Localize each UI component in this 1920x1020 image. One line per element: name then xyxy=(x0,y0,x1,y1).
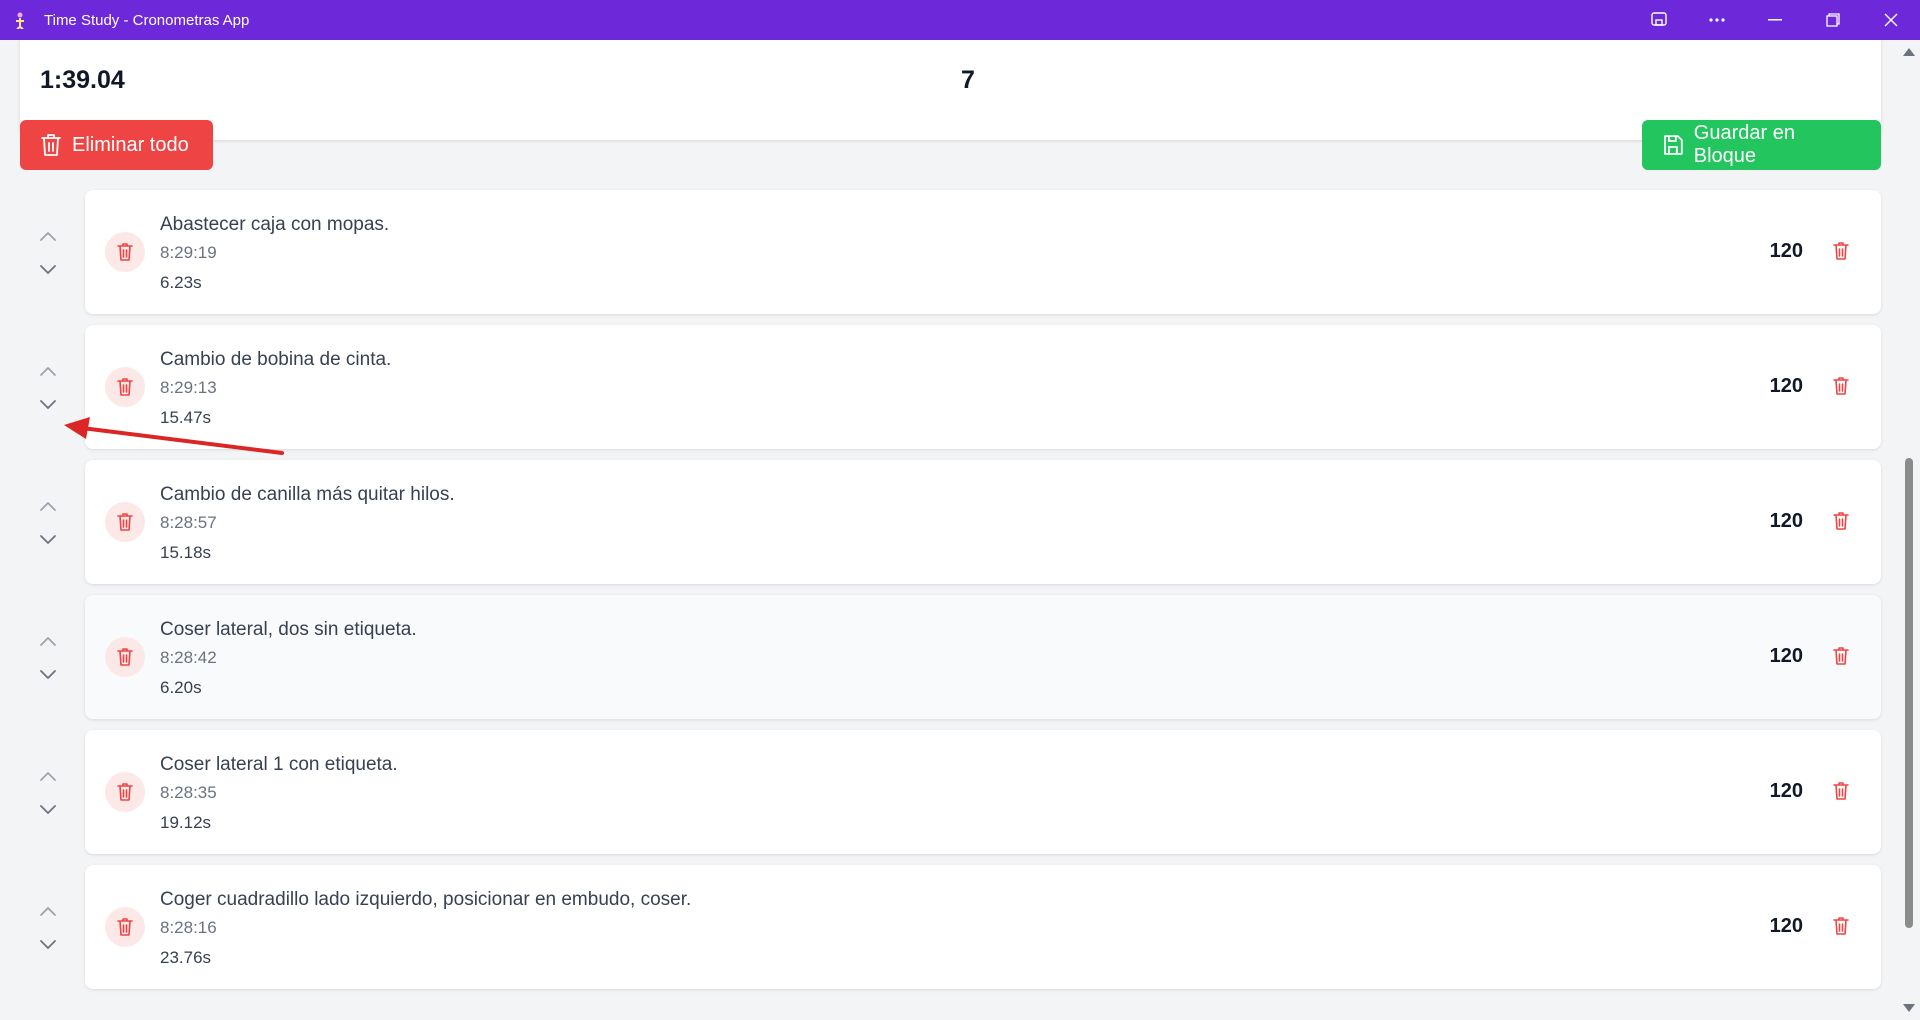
step-time: 8:29:19 xyxy=(160,243,217,262)
step-time: 8:29:13 xyxy=(160,378,217,397)
step-time: 8:28:42 xyxy=(160,648,217,667)
remove-step-button[interactable] xyxy=(1829,778,1853,804)
step-name: Abastecer caja con mopas. xyxy=(160,214,390,235)
trash-icon xyxy=(117,243,133,261)
delete-step-button[interactable] xyxy=(105,232,145,272)
app-screen-icon[interactable] xyxy=(1630,0,1688,40)
delete-step-button[interactable] xyxy=(105,367,145,407)
move-up-button[interactable] xyxy=(30,359,66,383)
step-duration: 6.23s xyxy=(160,273,202,292)
list-item: Cambio de canilla más quitar hilos. 8:28… xyxy=(0,460,1898,595)
trash-icon xyxy=(1833,647,1849,665)
step-time: 8:28:57 xyxy=(160,513,217,532)
trash-icon xyxy=(41,134,61,156)
step-duration: 6.20s xyxy=(160,678,202,697)
list-item: Abastecer caja con mopas. 8:29:19 6.23s … xyxy=(0,190,1898,325)
step-card: Cambio de bobina de cinta. 8:29:13 15.47… xyxy=(85,325,1881,449)
step-value[interactable]: 120 xyxy=(1770,375,1803,398)
trash-icon xyxy=(117,648,133,666)
trash-icon xyxy=(1833,782,1849,800)
window-title: Time Study - Cronometras App xyxy=(44,11,250,29)
scrollbar-thumb[interactable] xyxy=(1905,458,1913,928)
delete-step-button[interactable] xyxy=(105,772,145,812)
step-time: 8:28:35 xyxy=(160,783,217,802)
step-value[interactable]: 120 xyxy=(1770,240,1803,263)
move-up-button[interactable] xyxy=(30,224,66,248)
move-down-button[interactable] xyxy=(30,258,66,282)
trash-icon xyxy=(1833,512,1849,530)
list-item: Coser lateral 1 con etiqueta. 8:28:35 19… xyxy=(0,730,1898,865)
minimize-button[interactable] xyxy=(1746,0,1804,40)
move-down-button[interactable] xyxy=(30,798,66,822)
move-down-button[interactable] xyxy=(30,933,66,957)
step-card: Coser lateral, dos sin etiqueta. 8:28:42… xyxy=(85,595,1881,719)
steps-list: Abastecer caja con mopas. 8:29:19 6.23s … xyxy=(0,190,1898,1000)
list-item: Coger cuadradillo lado izquierdo, posici… xyxy=(0,865,1898,1000)
scroll-down-arrow[interactable] xyxy=(1903,1004,1915,1012)
vertical-scrollbar[interactable] xyxy=(1898,40,1920,1020)
trash-icon xyxy=(1833,242,1849,260)
remove-step-button[interactable] xyxy=(1829,643,1853,669)
app-logo-icon xyxy=(0,0,40,40)
step-duration: 23.76s xyxy=(160,948,212,967)
step-duration: 15.18s xyxy=(160,543,212,562)
move-down-button[interactable] xyxy=(30,393,66,417)
trash-icon xyxy=(1833,917,1849,935)
move-up-button[interactable] xyxy=(30,764,66,788)
save-block-label: Guardar en Bloque xyxy=(1693,122,1795,167)
trash-icon xyxy=(117,783,133,801)
step-name: Cambio de canilla más quitar hilos. xyxy=(160,484,455,505)
delete-all-label: Eliminar todo xyxy=(72,133,189,156)
list-item: Coser lateral, dos sin etiqueta. 8:28:42… xyxy=(0,595,1898,730)
remove-step-button[interactable] xyxy=(1829,373,1853,399)
delete-step-button[interactable] xyxy=(105,637,145,677)
remove-step-button[interactable] xyxy=(1829,913,1853,939)
remove-step-button[interactable] xyxy=(1829,238,1853,264)
trash-icon xyxy=(1833,377,1849,395)
trash-icon xyxy=(117,513,133,531)
step-value[interactable]: 120 xyxy=(1770,510,1803,533)
count-value: 7 xyxy=(961,66,975,94)
step-duration: 15.47s xyxy=(160,408,212,427)
title-bar: Time Study - Cronometras App xyxy=(0,0,1920,40)
step-name: Coser lateral 1 con etiqueta. xyxy=(160,754,398,775)
close-button[interactable] xyxy=(1862,0,1920,40)
move-up-button[interactable] xyxy=(30,899,66,923)
summary-card: 1:39.04 7 xyxy=(20,40,1881,140)
step-card: Abastecer caja con mopas. 8:29:19 6.23s … xyxy=(85,190,1881,314)
step-card: Coser lateral 1 con etiqueta. 8:28:35 19… xyxy=(85,730,1881,854)
more-options-icon[interactable] xyxy=(1688,0,1746,40)
main-content: 1:39.04 7 Eliminar todo Guardar en Bloqu… xyxy=(0,40,1898,1020)
scroll-up-arrow[interactable] xyxy=(1903,48,1915,56)
step-value[interactable]: 120 xyxy=(1770,915,1803,938)
move-down-button[interactable] xyxy=(30,528,66,552)
delete-all-button[interactable]: Eliminar todo xyxy=(20,120,213,170)
step-value[interactable]: 120 xyxy=(1770,780,1803,803)
trash-icon xyxy=(117,918,133,936)
step-name: Cambio de bobina de cinta. xyxy=(160,349,392,370)
step-name: Coger cuadradillo lado izquierdo, posici… xyxy=(160,889,692,910)
step-name: Coser lateral, dos sin etiqueta. xyxy=(160,619,417,640)
save-icon xyxy=(1664,135,1683,155)
restore-button[interactable] xyxy=(1804,0,1862,40)
move-up-button[interactable] xyxy=(30,494,66,518)
step-value[interactable]: 120 xyxy=(1770,645,1803,668)
remove-step-button[interactable] xyxy=(1829,508,1853,534)
trash-icon xyxy=(117,378,133,396)
step-card: Cambio de canilla más quitar hilos. 8:28… xyxy=(85,460,1881,584)
total-time-value: 1:39.04 xyxy=(40,66,125,94)
delete-step-button[interactable] xyxy=(105,907,145,947)
move-up-button[interactable] xyxy=(30,629,66,653)
move-down-button[interactable] xyxy=(30,663,66,687)
delete-step-button[interactable] xyxy=(105,502,145,542)
save-block-button[interactable]: Guardar en Bloque xyxy=(1642,120,1881,170)
step-time: 8:28:16 xyxy=(160,918,217,937)
list-item: Cambio de bobina de cinta. 8:29:13 15.47… xyxy=(0,325,1898,460)
step-duration: 19.12s xyxy=(160,813,212,832)
step-card: Coger cuadradillo lado izquierdo, posici… xyxy=(85,865,1881,989)
